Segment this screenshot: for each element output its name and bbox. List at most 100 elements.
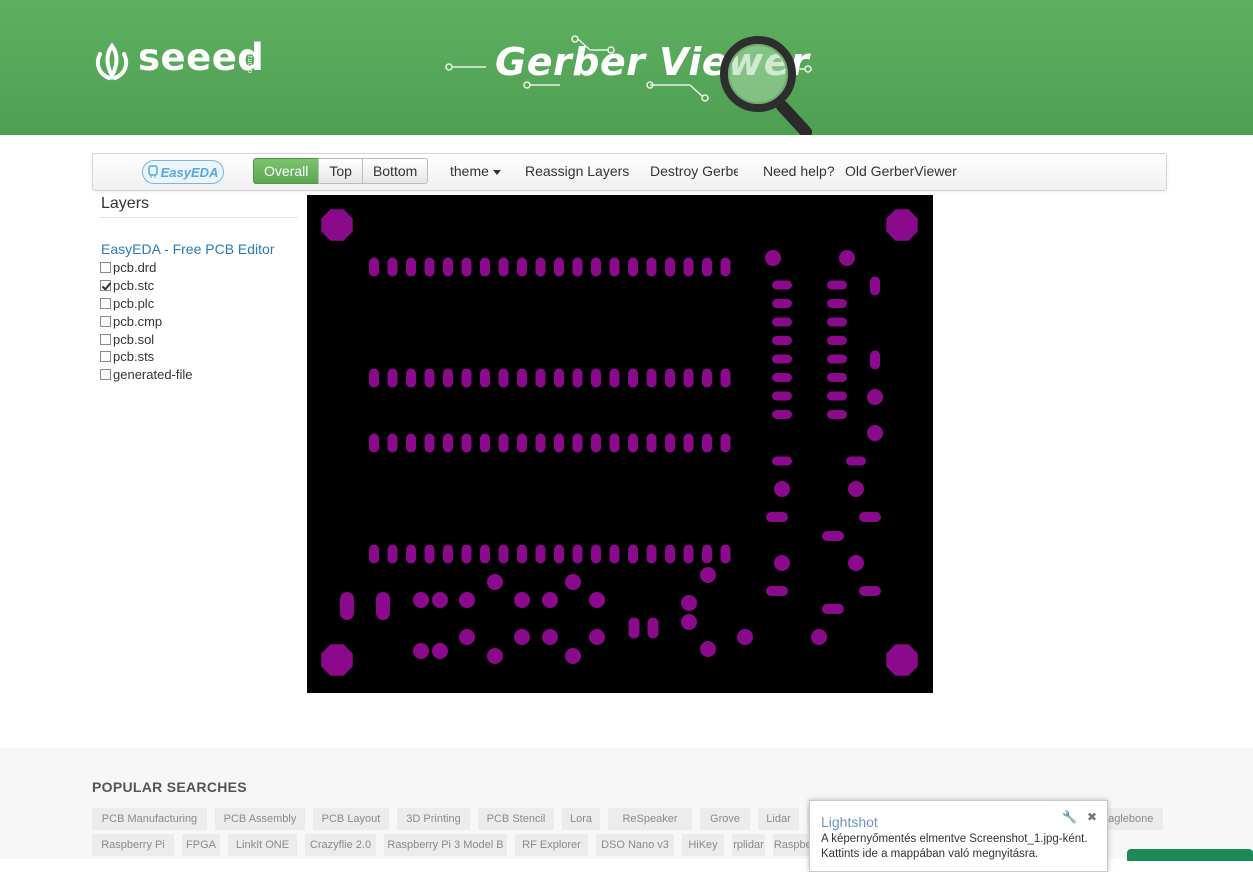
pad xyxy=(542,592,558,608)
layer-item[interactable]: generated-file xyxy=(100,366,193,384)
need-help-link[interactable]: Need help? xyxy=(763,163,835,179)
pad xyxy=(432,592,448,608)
layer-checkbox[interactable] xyxy=(100,351,111,363)
view-top-button[interactable]: Top xyxy=(318,158,363,184)
pad xyxy=(811,629,827,645)
pad xyxy=(565,648,581,664)
search-tag[interactable]: PCB Layout xyxy=(313,808,389,830)
pad xyxy=(406,544,416,564)
view-overall-button[interactable]: Overall xyxy=(253,158,320,184)
pad xyxy=(406,257,416,277)
pad xyxy=(772,317,792,327)
theme-dropdown[interactable]: theme xyxy=(450,163,501,179)
layer-item[interactable]: pcb.stc xyxy=(100,277,193,295)
pad xyxy=(646,433,657,453)
pad xyxy=(647,617,659,639)
pad xyxy=(827,280,847,290)
search-tag[interactable]: Raspberry Pi 3 Model B xyxy=(384,834,507,856)
divider xyxy=(99,217,298,218)
pad xyxy=(487,574,503,590)
destroy-gerber-link[interactable]: Destroy Gerber xyxy=(650,163,738,179)
layer-label: generated-file xyxy=(113,367,193,383)
pad xyxy=(827,354,847,364)
layer-item[interactable]: pcb.plc xyxy=(100,295,193,313)
easyeda-editor-link[interactable]: EasyEDA - Free PCB Editor xyxy=(101,241,275,257)
search-tag[interactable]: Crazyflie 2.0 xyxy=(305,834,376,856)
pad xyxy=(572,257,583,277)
layer-item[interactable]: pcb.sol xyxy=(100,330,193,348)
easyeda-button[interactable]: EasyEDA xyxy=(142,160,224,184)
brand-sub: studio xyxy=(246,52,253,74)
pad xyxy=(846,456,866,466)
layer-checkbox[interactable] xyxy=(100,280,111,292)
layer-list: pcb.drd pcb.stc pcb.plc pcb.cmp pcb.sol … xyxy=(100,259,193,384)
pad xyxy=(572,368,583,388)
layer-checkbox[interactable] xyxy=(100,262,111,274)
layer-checkbox[interactable] xyxy=(100,315,111,327)
search-tag[interactable]: LinkIt ONE xyxy=(228,834,297,856)
search-tag[interactable]: rplidar xyxy=(732,834,765,856)
notification-title: Lightshot xyxy=(821,814,878,830)
pad xyxy=(498,257,509,277)
layer-item[interactable]: pcb.drd xyxy=(100,259,193,277)
close-icon[interactable]: ✖ xyxy=(1087,810,1097,824)
layer-checkbox[interactable] xyxy=(100,297,111,309)
pad xyxy=(443,544,453,564)
search-tag[interactable]: FPGA xyxy=(182,834,220,856)
pad xyxy=(535,433,546,453)
search-tag[interactable]: RF Explorer xyxy=(515,834,588,856)
pad xyxy=(498,544,509,564)
search-tag[interactable]: Raspberry Pi xyxy=(92,834,174,856)
pad xyxy=(498,368,509,388)
pad xyxy=(827,317,847,327)
pcb-render-canvas[interactable] xyxy=(307,195,933,693)
pad xyxy=(514,592,530,608)
old-gerberviewer-link[interactable]: Old GerberViewer xyxy=(845,163,957,179)
mounting-hole xyxy=(321,644,353,676)
reassign-layers-link[interactable]: Reassign Layers xyxy=(525,163,629,179)
layer-label: pcb.cmp xyxy=(113,313,163,329)
pad xyxy=(628,617,640,639)
pad xyxy=(461,257,472,277)
pad xyxy=(406,368,416,388)
search-tag[interactable]: Grove xyxy=(700,808,750,830)
pad xyxy=(765,250,781,266)
layer-item[interactable]: pcb.cmp xyxy=(100,312,193,330)
wrench-icon[interactable]: 🔧 xyxy=(1062,810,1077,824)
notification-line: A képernyőmentés elmentve Screenshot_1.j… xyxy=(821,833,1088,845)
pad xyxy=(591,433,601,453)
pad xyxy=(480,257,490,277)
pad xyxy=(387,544,398,564)
pad xyxy=(646,368,657,388)
pad xyxy=(827,299,847,308)
search-tag[interactable]: PCB Stencil xyxy=(478,808,554,830)
pad xyxy=(459,592,475,608)
search-tag[interactable]: Lidar xyxy=(758,808,799,830)
layer-checkbox[interactable] xyxy=(100,369,111,381)
search-tag[interactable]: ReSpeaker xyxy=(608,808,692,830)
search-tag[interactable]: HiKey xyxy=(682,834,724,856)
pad xyxy=(480,368,490,388)
search-tag[interactable]: Lora xyxy=(562,808,600,830)
seeed-logo-icon[interactable] xyxy=(92,42,132,82)
pad xyxy=(702,257,712,277)
pad xyxy=(774,555,790,571)
pad xyxy=(591,544,601,564)
search-tag[interactable]: PCB Assembly xyxy=(215,808,305,830)
view-bottom-button[interactable]: Bottom xyxy=(361,158,429,184)
pad xyxy=(848,481,864,497)
layer-item[interactable]: pcb.sts xyxy=(100,348,193,366)
search-tag[interactable]: DSO Nano v3 xyxy=(596,834,674,856)
pad xyxy=(517,544,527,564)
pad xyxy=(681,614,697,630)
search-tag[interactable]: PCB Manufacturing xyxy=(92,808,207,830)
pad xyxy=(413,643,429,659)
chat-tab[interactable] xyxy=(1127,849,1253,861)
pad xyxy=(720,368,731,388)
pad xyxy=(517,368,527,388)
lightshot-notification[interactable]: Lightshot 🔧 ✖ A képernyőmentés elmentve … xyxy=(809,800,1108,872)
layer-checkbox[interactable] xyxy=(100,333,111,345)
pad xyxy=(839,250,855,266)
layer-label: pcb.plc xyxy=(113,295,155,311)
search-tag[interactable]: 3D Printing xyxy=(397,808,470,830)
